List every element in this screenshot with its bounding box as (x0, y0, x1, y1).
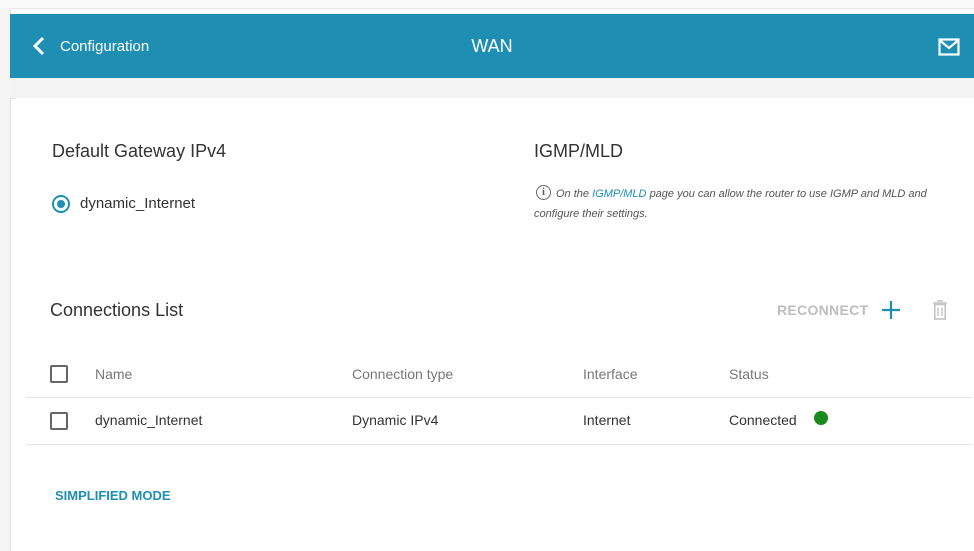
igmp-section-title: IGMP/MLD (534, 141, 624, 161)
content-card (16, 98, 974, 551)
delete-icon[interactable] (932, 299, 948, 321)
gateway-radio-label: dynamic_Internet (80, 195, 196, 212)
reconnect-button[interactable]: RECONNECT (777, 302, 868, 318)
select-all-checkbox[interactable] (50, 365, 68, 383)
row-checkbox[interactable] (50, 412, 68, 430)
add-connection-icon[interactable] (881, 300, 901, 320)
connections-list-title: Connections List (50, 300, 184, 320)
connection-name[interactable]: dynamic_Internet (95, 412, 202, 428)
table-row-divider (26, 444, 972, 445)
connection-status: Connected (729, 412, 797, 428)
igmp-mld-link[interactable]: IGMP/MLD (592, 188, 646, 200)
table-header-divider (26, 397, 972, 398)
header-shadow-bar (10, 78, 974, 99)
col-header-status: Status (729, 366, 769, 382)
col-header-connection-type: Connection type (352, 366, 454, 382)
simplified-mode-link[interactable]: SIMPLIFIED MODE (55, 488, 171, 503)
gateway-section-title: Default Gateway IPv4 (52, 141, 227, 161)
connection-interface: Internet (583, 412, 631, 428)
page-header: Configuration WAN (10, 14, 974, 78)
mail-icon[interactable] (938, 38, 960, 56)
gateway-radio[interactable] (52, 195, 70, 213)
page-title: WAN (471, 36, 513, 56)
connection-type: Dynamic IPv4 (352, 412, 439, 428)
window-top-edge (0, 0, 974, 9)
igmp-note-prefix: On the (556, 188, 590, 200)
col-header-name: Name (95, 366, 133, 382)
igmp-note: On the IGMP/MLD page you can allow the r… (534, 184, 954, 224)
status-indicator-dot (814, 411, 828, 425)
col-header-interface: Interface (583, 366, 638, 382)
